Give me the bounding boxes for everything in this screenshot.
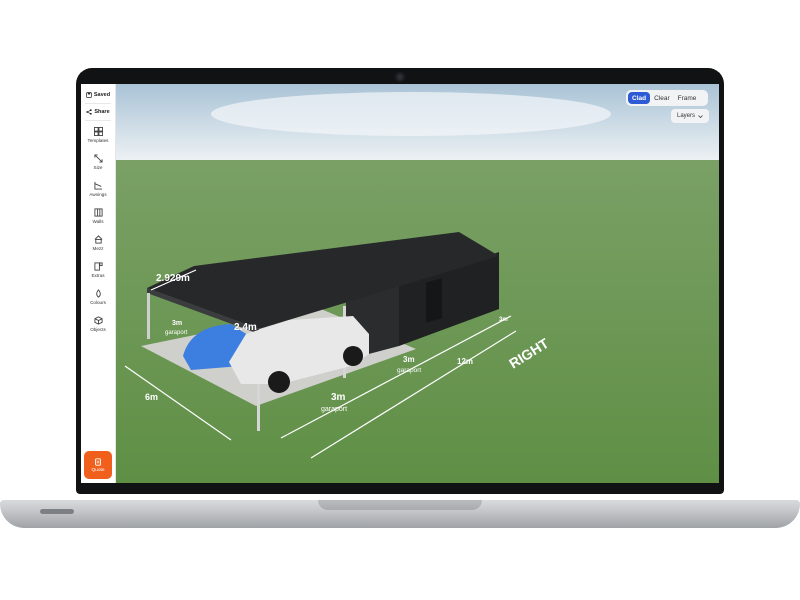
wall-icon — [93, 207, 103, 217]
view-mode-toggle: Clad Clear Frame — [626, 90, 708, 106]
layers-label: Layers — [676, 113, 695, 119]
toolbar-item-label: Templates — [87, 137, 109, 143]
view-mode-clad[interactable]: Clad — [628, 92, 651, 104]
save-icon — [86, 92, 92, 98]
saved-indicator[interactable]: Saved — [81, 87, 115, 103]
depth-label: 6m — [145, 392, 158, 402]
toolbar-item-label: Size — [93, 164, 103, 170]
bay-1-name: garaport — [165, 330, 188, 336]
share-label: Share — [94, 109, 110, 115]
share-icon — [86, 109, 93, 115]
droplet-icon — [95, 288, 101, 298]
toolbar-item-mezz[interactable]: Mezz — [81, 229, 115, 256]
left-toolbar: Saved Share Templates Size Awnings Walls… — [81, 84, 116, 483]
toolbar-item-objects[interactable]: Objects — [81, 310, 115, 337]
grid-icon — [93, 126, 103, 136]
bay-1-label: 3m — [172, 320, 182, 327]
shed-door — [426, 278, 442, 323]
height-label: 2.4m — [234, 322, 257, 333]
house-icon — [94, 234, 102, 244]
chevron-down-icon — [698, 114, 703, 118]
post — [147, 293, 150, 339]
layers-dropdown[interactable]: Layers — [671, 109, 709, 123]
quote-label: Quote — [91, 467, 105, 473]
view-mode-clear[interactable]: Clear — [650, 92, 674, 104]
share-button[interactable]: Share — [81, 104, 115, 120]
bay-3-label: 3m — [331, 392, 346, 403]
saved-label: Saved — [93, 92, 111, 98]
laptop-port — [40, 509, 74, 514]
view-mode-frame[interactable]: Frame — [674, 92, 701, 104]
bay-2-label: 3m — [403, 355, 415, 364]
toolbar-item-templates[interactable]: Templates — [81, 121, 115, 148]
cloud — [211, 92, 611, 136]
camera-icon — [395, 72, 405, 82]
quote-button[interactable]: Quote — [84, 451, 112, 479]
laptop-hinge-notch — [318, 500, 482, 510]
toolbar-item-label: Walls — [92, 218, 104, 224]
toolbar-item-label: Awnings — [89, 191, 107, 197]
roof-width-label: 2.929m — [156, 273, 190, 284]
toolbar-item-size[interactable]: Size — [81, 148, 115, 175]
total-length-label: 12m — [457, 357, 473, 366]
toolbar-item-label: Mezz — [92, 245, 104, 251]
cube-icon — [93, 315, 103, 325]
3d-viewport[interactable]: 2.929m 2.4m 3m garaport 3m garaport 3m g… — [81, 84, 719, 483]
toolbar-item-label: Colours — [90, 299, 106, 305]
bay-3-name: garaport — [321, 406, 347, 413]
toolbar-item-extras[interactable]: Extras — [81, 256, 115, 283]
toolbar-item-walls[interactable]: Walls — [81, 202, 115, 229]
wheel — [343, 346, 363, 366]
document-icon — [95, 457, 101, 466]
bay-2-name: garaport — [397, 367, 421, 374]
toolbar-item-colours[interactable]: Colours — [81, 283, 115, 310]
resize-icon — [93, 153, 103, 163]
toolbar-item-label: Objects — [90, 326, 106, 332]
bay-4-label: 3m — [499, 317, 508, 323]
app-screen: 2.929m 2.4m 3m garaport 3m garaport 3m g… — [81, 84, 719, 483]
toolbar-item-awnings[interactable]: Awnings — [81, 175, 115, 202]
wheel — [268, 371, 290, 393]
awning-icon — [93, 181, 102, 190]
extras-icon — [93, 261, 103, 271]
toolbar-item-label: Extras — [91, 272, 105, 278]
